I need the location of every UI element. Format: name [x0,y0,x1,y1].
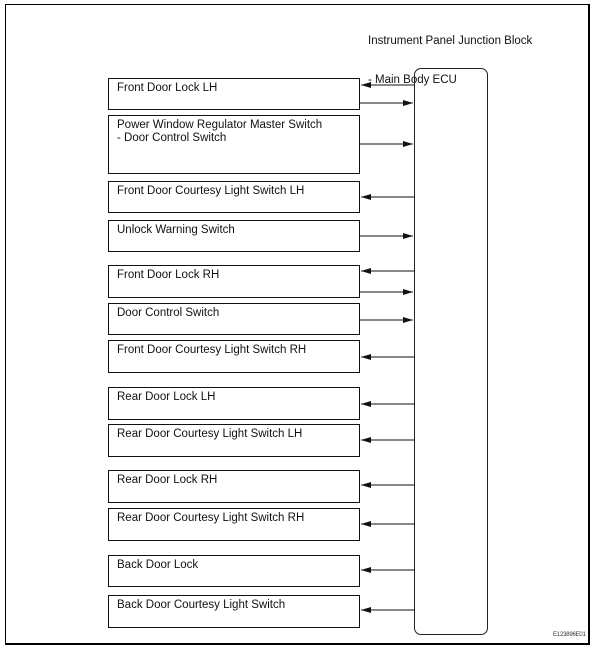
wiring-layer [360,82,414,613]
figure-id: E123896E01 [553,632,586,638]
